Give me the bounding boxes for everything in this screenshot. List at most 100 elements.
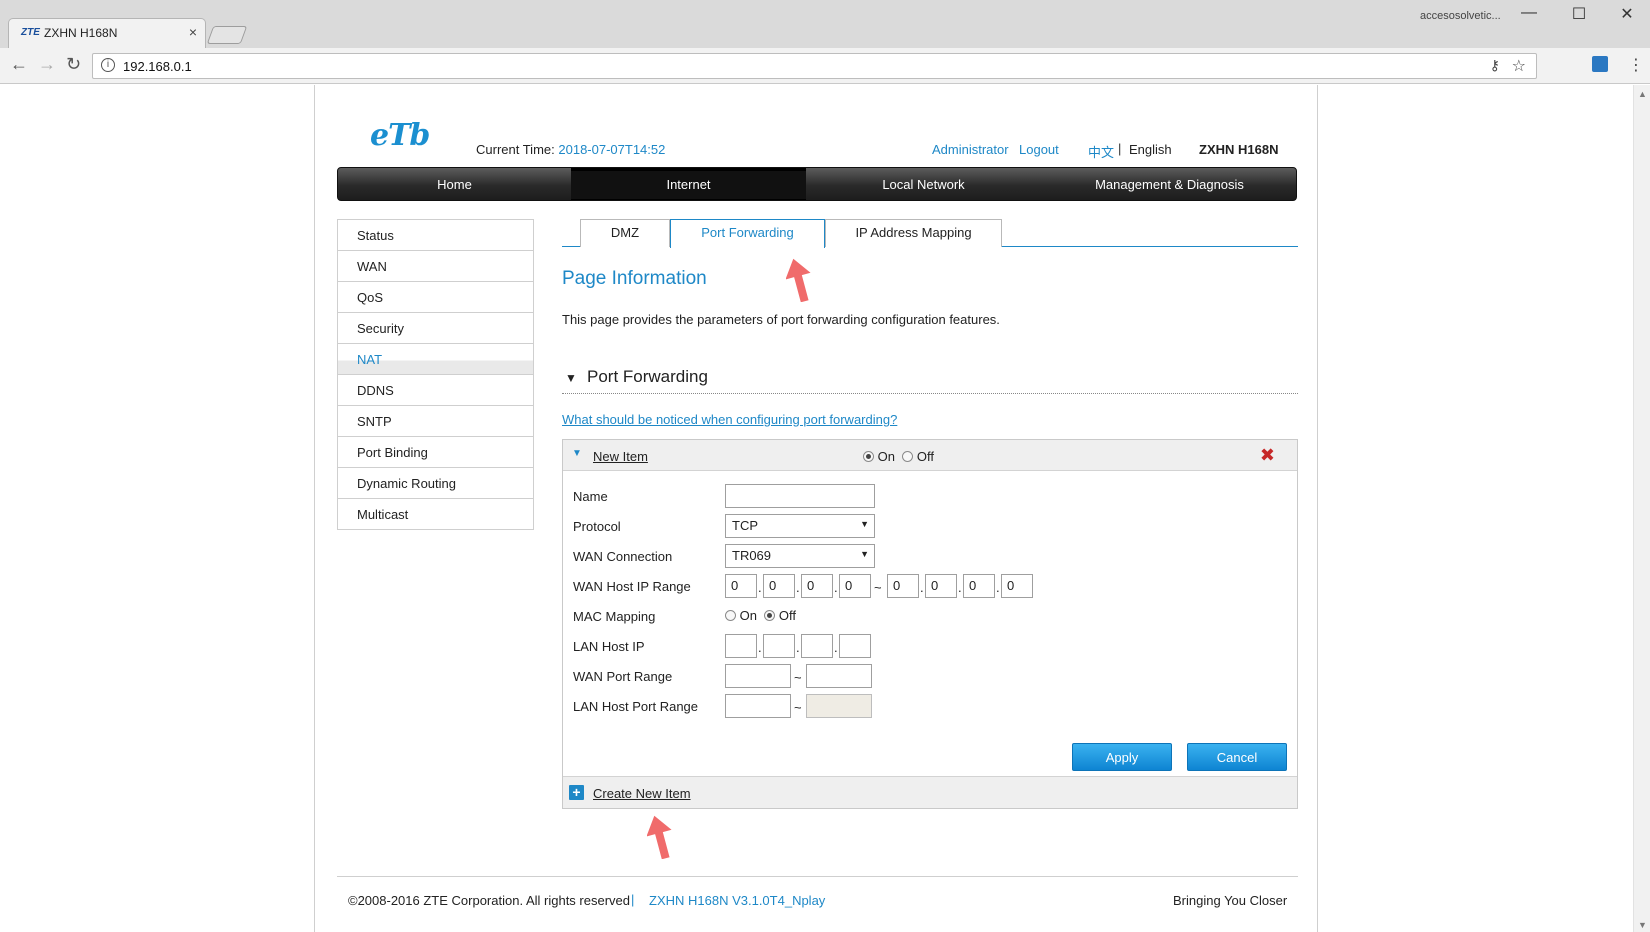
side-item-port-binding[interactable]: Port Binding (338, 437, 533, 468)
nav-local-network[interactable]: Local Network (806, 168, 1041, 200)
wan-connection-label: WAN Connection (573, 549, 673, 564)
footer-divider (337, 876, 1298, 877)
tab-dmz[interactable]: DMZ (580, 219, 670, 247)
lan-ip-octet-1[interactable] (725, 634, 757, 658)
scroll-up-icon[interactable]: ▲ (1638, 89, 1647, 99)
extension-icon[interactable] (1592, 56, 1608, 72)
vertical-scrollbar[interactable]: ▲ ▼ (1633, 85, 1650, 932)
current-time: Current Time: 2018-07-07T14:52 (476, 142, 665, 157)
close-window-button[interactable]: ✕ (1604, 4, 1650, 24)
url-text[interactable]: 192.168.0.1 (123, 59, 192, 74)
current-time-value: 2018-07-07T14:52 (558, 142, 666, 157)
language-english-link[interactable]: English (1129, 142, 1172, 157)
create-new-item-link[interactable]: Create New Item (593, 786, 691, 801)
wan-ip-start-octet-1[interactable]: 0 (725, 574, 757, 598)
arrow-left-icon[interactable]: ← (10, 54, 28, 75)
cancel-button[interactable]: Cancel (1187, 743, 1287, 771)
lan-port-start-input[interactable] (725, 694, 791, 718)
close-icon[interactable]: ✖ (1260, 445, 1275, 466)
wan-ip-end-octet-3[interactable]: 0 (963, 574, 995, 598)
side-item-sntp[interactable]: SNTP (338, 406, 533, 437)
side-item-wan[interactable]: WAN (338, 251, 533, 282)
field-row-lan-host-port-range: LAN Host Port Range ~ (573, 694, 1273, 718)
wan-ip-end-octet-4[interactable]: 0 (1001, 574, 1033, 598)
reload-icon[interactable]: ↻ (66, 54, 81, 75)
side-item-ddns[interactable]: DDNS (338, 375, 533, 406)
lan-ip-octet-2[interactable] (763, 634, 795, 658)
dropdown-caret-icon: ▼ (860, 549, 869, 559)
tab-port-forwarding[interactable]: Port Forwarding (670, 219, 825, 248)
field-row-lan-host-ip: LAN Host IP . . . (573, 634, 1273, 658)
side-item-nat[interactable]: NAT (338, 344, 533, 375)
item-name-link[interactable]: New Item (593, 449, 648, 464)
star-icon[interactable]: ☆ (1512, 56, 1526, 76)
page-title: Page Information (562, 268, 707, 289)
administrator-link[interactable]: Administrator (932, 142, 1009, 157)
lan-ip-octet-3[interactable] (801, 634, 833, 658)
mac-on-radio[interactable] (725, 610, 736, 621)
info-icon[interactable]: i (101, 58, 115, 72)
wan-connection-select[interactable]: TR069 ▼ (725, 544, 875, 568)
item-on-label: On (877, 449, 895, 464)
plus-icon[interactable]: + (569, 785, 584, 800)
field-row-wan-connection: WAN Connection TR069 ▼ (573, 544, 1273, 568)
nav-management-diagnosis[interactable]: Management & Diagnosis (1041, 168, 1296, 200)
mac-off-radio[interactable] (764, 610, 776, 621)
arrow-right-icon[interactable]: → (38, 54, 56, 75)
footer-version: ZXHN H168N V3.1.0T4_Nplay (649, 893, 826, 908)
item-enable-toggle: On Off (863, 449, 934, 464)
minimize-button[interactable]: — (1506, 4, 1552, 22)
side-item-multicast[interactable]: Multicast (338, 499, 533, 530)
lan-ip-octet-4[interactable] (839, 634, 871, 658)
side-item-status[interactable]: Status (338, 220, 533, 251)
annotation-arrow-icon (786, 258, 811, 302)
apply-button[interactable]: Apply (1072, 743, 1172, 771)
language-chinese-link[interactable]: 中文 (1088, 142, 1114, 161)
wan-ip-end-octet-2[interactable]: 0 (925, 574, 957, 598)
triangle-down-icon[interactable]: ▼ (565, 371, 577, 385)
address-bar[interactable]: i 192.168.0.1 ⚷ ☆ (92, 53, 1537, 79)
wan-connection-value: TR069 (732, 548, 772, 563)
name-input[interactable] (725, 484, 875, 508)
device-model: ZXHN H168N (1199, 142, 1279, 157)
protocol-value: TCP (732, 518, 758, 533)
footer-tagline: Bringing You Closer (1173, 893, 1288, 908)
wan-ip-start-octet-3[interactable]: 0 (801, 574, 833, 598)
item-on-radio[interactable] (863, 451, 874, 462)
help-link[interactable]: What should be noticed when configuring … (562, 412, 897, 427)
scroll-down-icon[interactable]: ▼ (1638, 920, 1647, 930)
protocol-label: Protocol (573, 519, 621, 534)
field-row-wan-host-ip-range: WAN Host IP Range 0 . 0 . 0 . 0 ~ 0 . 0 … (573, 574, 1273, 598)
side-item-security[interactable]: Security (338, 313, 533, 344)
tab-ip-address-mapping[interactable]: IP Address Mapping (825, 219, 1002, 247)
side-item-dynamic-routing[interactable]: Dynamic Routing (338, 468, 533, 499)
section-title: Port Forwarding (587, 367, 708, 386)
item-off-radio[interactable] (902, 451, 914, 462)
tab-close-icon[interactable]: × (189, 24, 197, 40)
tab-title: ZXHN H168N (44, 26, 118, 40)
key-icon[interactable]: ⚷ (1490, 57, 1500, 74)
wan-ip-start-octet-2[interactable]: 0 (763, 574, 795, 598)
lan-host-ip-label: LAN Host IP (573, 639, 645, 654)
browser-menu-icon[interactable]: ⋮ (1628, 55, 1644, 75)
wan-port-end-input[interactable] (806, 664, 872, 688)
page-description: This page provides the parameters of por… (562, 312, 1000, 327)
maximize-button[interactable]: ☐ (1556, 4, 1602, 24)
side-item-qos[interactable]: QoS (338, 282, 533, 313)
mac-mapping-label: MAC Mapping (573, 609, 656, 624)
nav-internet[interactable]: Internet (571, 168, 806, 200)
browser-tab[interactable]: ZTE ZXHN H168N × (8, 18, 206, 48)
nav-home[interactable]: Home (338, 168, 571, 200)
wan-port-start-input[interactable] (725, 664, 791, 688)
zte-favicon-icon: ZTE (21, 27, 40, 38)
logout-link[interactable]: Logout (1019, 142, 1059, 157)
port-forwarding-section[interactable]: ▼ Port Forwarding (562, 367, 1298, 394)
wan-ip-start-octet-4[interactable]: 0 (839, 574, 871, 598)
language-separator: | (1118, 141, 1122, 156)
wan-ip-end-octet-1[interactable]: 0 (887, 574, 919, 598)
protocol-select[interactable]: TCP ▼ (725, 514, 875, 538)
profile-name[interactable]: accesosolvetic... (1420, 10, 1501, 22)
range-separator: ~ (794, 670, 802, 685)
new-tab-button[interactable] (206, 26, 248, 44)
triangle-down-icon[interactable]: ▼ (572, 448, 582, 459)
